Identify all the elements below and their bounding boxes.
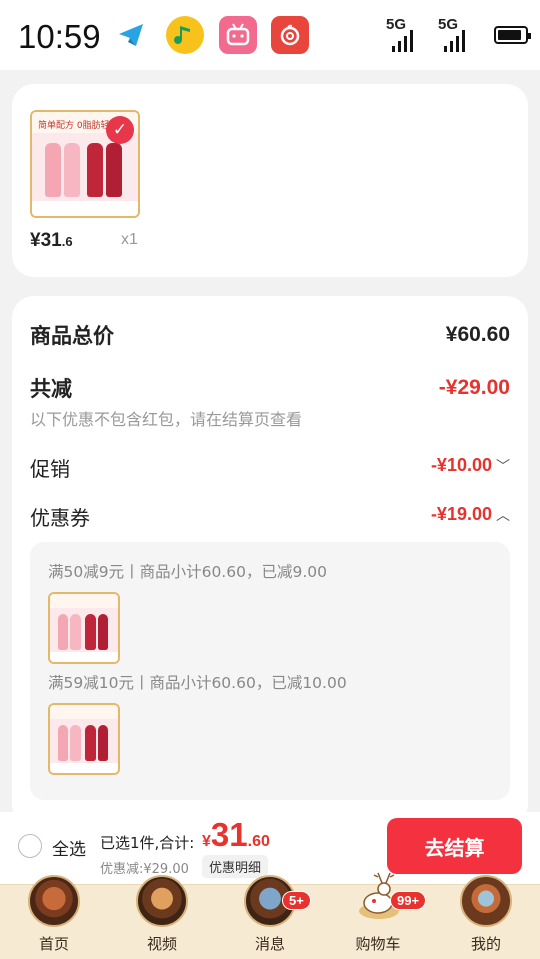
coupon-product-thumbnail-1 bbox=[48, 592, 120, 664]
total-reduce-value: -¥29.00 bbox=[438, 376, 510, 399]
checkout-button[interactable]: 去结算 bbox=[387, 818, 522, 874]
battery-icon bbox=[494, 26, 531, 44]
chevron-up-icon: ︿ bbox=[496, 507, 510, 523]
total-currency: ¥ bbox=[202, 833, 211, 850]
tab-profile-label: 我的 bbox=[470, 935, 501, 953]
tab-video-label: 视频 bbox=[146, 935, 177, 953]
total-int: 31 bbox=[210, 816, 248, 853]
cart-item-card: 简单配方 0脂肪轻 ✓ bbox=[12, 84, 528, 277]
messages-badge: 5+ bbox=[282, 891, 311, 910]
tab-video[interactable]: 视频 bbox=[108, 875, 216, 959]
select-all-label[interactable]: 全选 bbox=[52, 835, 86, 860]
signal-bars-2-icon bbox=[444, 30, 465, 52]
promo-value: -¥10.00 bbox=[430, 455, 492, 475]
discount-text: 优惠减:¥29.00 bbox=[100, 862, 189, 877]
video-emblem-icon bbox=[136, 875, 188, 927]
tab-home-label: 首页 bbox=[38, 935, 69, 953]
tab-profile[interactable]: 我的 bbox=[432, 875, 540, 959]
chevron-down-icon: ﹀ bbox=[496, 458, 510, 474]
tab-cart-label: 购物车 bbox=[355, 935, 401, 953]
total-reduce-label: 共减 bbox=[30, 377, 72, 401]
bilibili-icon bbox=[219, 16, 257, 54]
selected-count-text: 已选1件,合计: bbox=[100, 834, 195, 852]
bottom-tab-bar: 首页 视频 5+ 消息 99+ 购物车 我的 bbox=[0, 872, 540, 959]
coupon-value: -¥19.00 bbox=[430, 504, 492, 524]
coupon-row[interactable]: -¥19.00 ︿ bbox=[431, 504, 510, 525]
product-thumbnail[interactable]: 简单配方 0脂肪轻 ✓ bbox=[30, 110, 140, 218]
telegram-icon bbox=[112, 16, 150, 54]
signal-bars-1-icon bbox=[392, 30, 413, 52]
tab-messages[interactable]: 5+ 消息 bbox=[216, 875, 324, 959]
select-all-radio[interactable] bbox=[18, 834, 42, 858]
status-time: 10:59 bbox=[18, 18, 101, 55]
coupon-detail-box: 满50减9元丨商品小计60.60，已减9.00 满59减10元丨商品小计60.6… bbox=[30, 542, 510, 800]
qq-music-icon bbox=[166, 16, 204, 54]
coupon-line-1: 满50减9元丨商品小计60.60，已减9.00 bbox=[48, 563, 327, 581]
item-price: ¥31.6 bbox=[30, 230, 73, 252]
checkout-bar: 全选 已选1件,合计: ¥31.60 优惠减:¥29.00 优惠明细 去结算 bbox=[0, 812, 540, 884]
total-dec: .60 bbox=[247, 833, 270, 850]
promo-label: 促销 bbox=[30, 457, 70, 481]
cart-badge: 99+ bbox=[390, 891, 427, 910]
tab-cart[interactable]: 99+ 购物车 bbox=[324, 872, 432, 959]
coupon-line-2: 满59减10元丨商品小计60.60，已减10.00 bbox=[48, 674, 347, 692]
promo-row[interactable]: -¥10.00 ﹀ bbox=[431, 455, 510, 476]
item-price-dec: .6 bbox=[61, 234, 73, 249]
selected-check-icon[interactable]: ✓ bbox=[106, 116, 134, 144]
coupon-product-thumbnail-2 bbox=[48, 703, 120, 775]
tab-home[interactable]: 首页 bbox=[0, 875, 108, 959]
item-price-int: ¥31 bbox=[30, 230, 62, 251]
discount-detail-button[interactable]: 优惠明细 bbox=[202, 855, 269, 878]
reduce-hint: 以下优惠不包含红包，请在结算页查看 bbox=[30, 410, 303, 429]
price-summary-card: 商品总价 ¥60.60 共减 -¥29.00 以下优惠不包含红包，请在结算页查看… bbox=[12, 296, 528, 826]
checkout-total: ¥31.60 bbox=[202, 816, 270, 854]
coupon-label: 优惠券 bbox=[30, 506, 90, 530]
total-price-value: ¥60.60 bbox=[445, 323, 510, 346]
home-emblem-icon bbox=[28, 875, 80, 927]
status-bar: 10:59 5G 5G bbox=[0, 0, 540, 70]
total-price-label: 商品总价 bbox=[30, 324, 114, 348]
tab-messages-label: 消息 bbox=[254, 935, 285, 953]
netease-music-icon bbox=[271, 16, 309, 54]
profile-emblem-icon bbox=[460, 875, 512, 927]
item-quantity: x1 bbox=[121, 231, 138, 248]
